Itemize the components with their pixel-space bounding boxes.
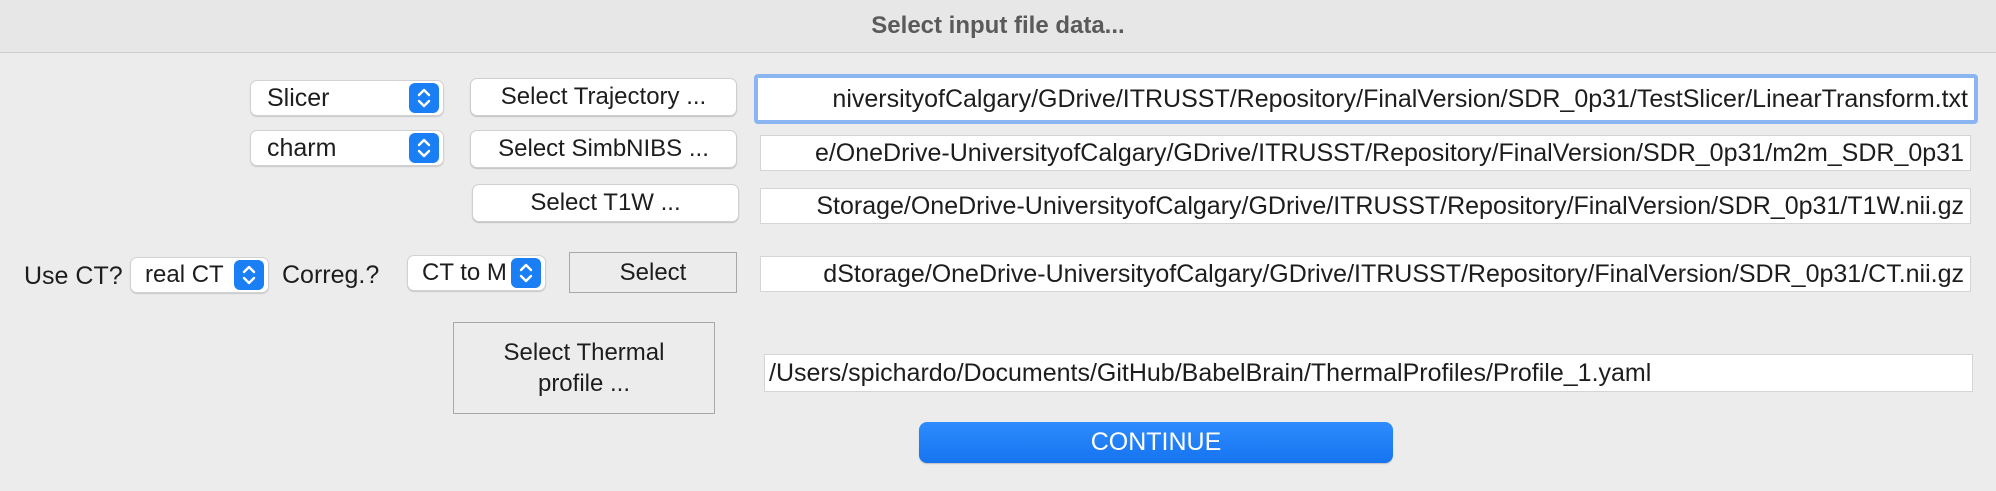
select-simbnibs-button[interactable]: Select SimbNIBS ...	[470, 130, 737, 168]
select-thermal-profile-label-line1: Select Thermal	[503, 339, 665, 366]
thermal-profile-path-input[interactable]: /Users/spichardo/Documents/GitHub/BabelB…	[764, 354, 1973, 392]
simbnibs-source-select[interactable]: charm	[250, 130, 444, 166]
select-ct-label: Select	[619, 258, 687, 286]
trajectory-path-value: niversityofCalgary/GDrive/ITRUSST/Reposi…	[832, 84, 1968, 113]
select-trajectory-button[interactable]: Select Trajectory ...	[470, 78, 737, 116]
select-t1w-button[interactable]: Select T1W ...	[472, 184, 739, 222]
window-titlebar: Select input file data...	[0, 0, 1996, 53]
continue-label: CONTINUE	[1090, 428, 1222, 456]
t1w-path-value: Storage/OneDrive-UniversityofCalgary/GDr…	[816, 191, 1964, 220]
correg-select[interactable]: CT to M	[407, 255, 546, 291]
correg-value: CT to M	[422, 259, 507, 286]
correg-label: Correg.?	[282, 261, 380, 289]
trajectory-source-select[interactable]: Slicer	[250, 80, 444, 116]
up-down-chevron-icon	[409, 83, 439, 113]
select-t1w-label: Select T1W ...	[530, 189, 681, 216]
continue-button[interactable]: CONTINUE	[919, 422, 1393, 463]
use-ct-select[interactable]: real CT	[130, 257, 269, 293]
ct-path-value: dStorage/OneDrive-UniversityofCalgary/GD…	[823, 259, 1964, 288]
trajectory-path-input[interactable]: niversityofCalgary/GDrive/ITRUSST/Reposi…	[754, 74, 1978, 124]
select-thermal-profile-button[interactable]: Select Thermal profile ...	[453, 322, 715, 414]
ct-path-input[interactable]: dStorage/OneDrive-UniversityofCalgary/GD…	[760, 256, 1971, 292]
thermal-profile-path-value: /Users/spichardo/Documents/GitHub/BabelB…	[769, 358, 1652, 387]
select-trajectory-label: Select Trajectory ...	[500, 83, 707, 110]
simbnibs-source-value: charm	[267, 133, 337, 162]
simbnibs-path-input[interactable]: e/OneDrive-UniversityofCalgary/GDrive/IT…	[760, 135, 1971, 171]
select-thermal-profile-label-line2: profile ...	[537, 370, 631, 397]
trajectory-source-value: Slicer	[267, 83, 330, 112]
up-down-chevron-icon	[409, 133, 439, 163]
t1w-path-input[interactable]: Storage/OneDrive-UniversityofCalgary/GDr…	[760, 188, 1971, 224]
window-title: Select input file data...	[871, 12, 1125, 39]
use-ct-label: Use CT?	[24, 262, 123, 290]
select-ct-button[interactable]: Select	[569, 252, 737, 293]
up-down-chevron-icon	[234, 260, 264, 290]
use-ct-value: real CT	[145, 261, 224, 288]
select-simbnibs-label: Select SimbNIBS ...	[498, 135, 709, 162]
simbnibs-path-value: e/OneDrive-UniversityofCalgary/GDrive/IT…	[814, 138, 1964, 167]
up-down-chevron-icon	[511, 258, 541, 288]
